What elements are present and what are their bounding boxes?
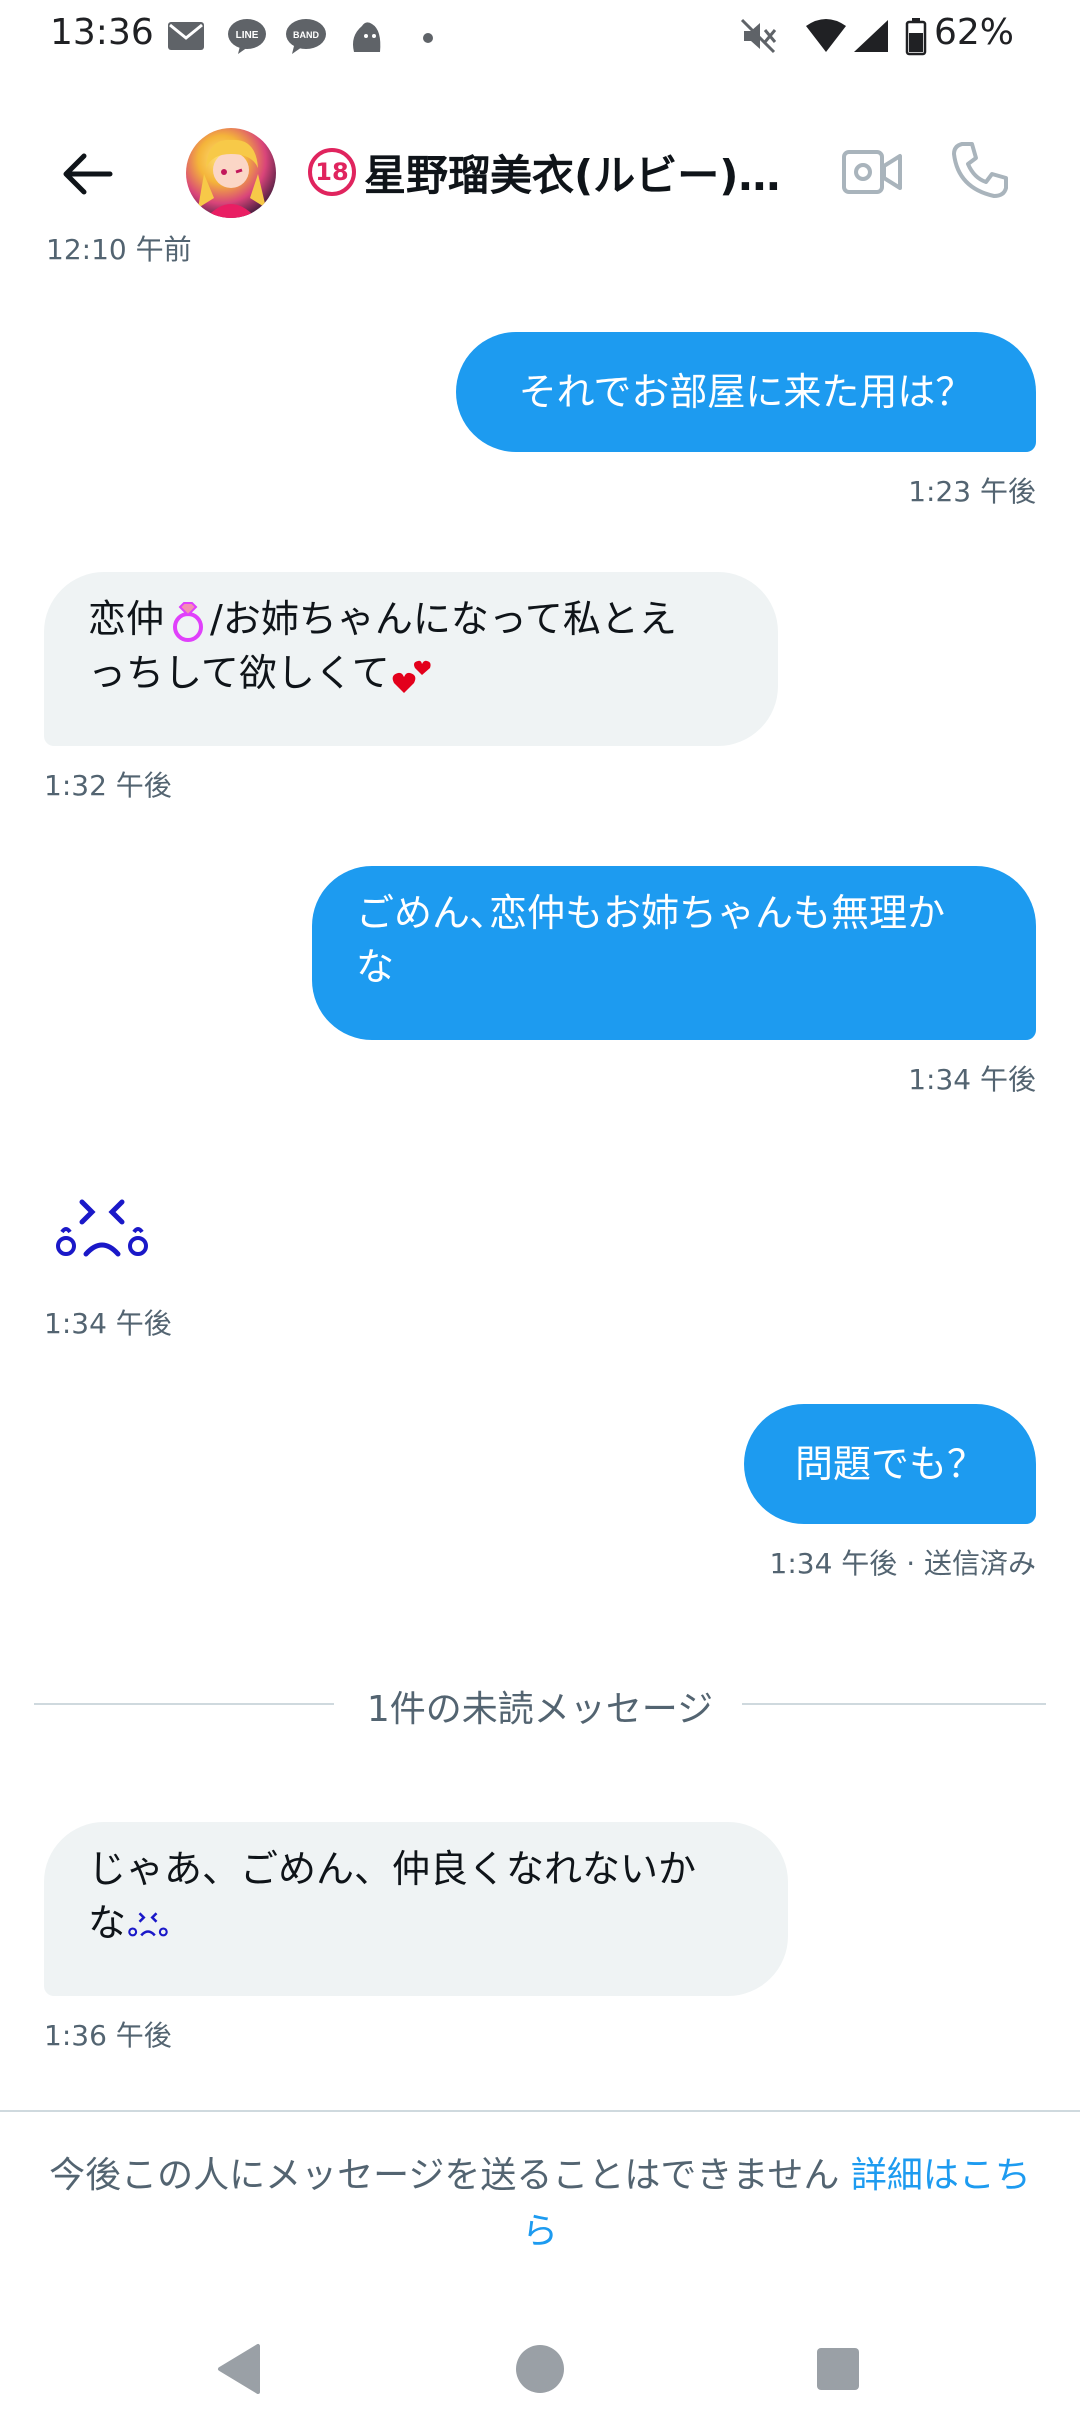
unread-divider: 1件の未読メッセージ bbox=[34, 1676, 1046, 1732]
ring-emoji-icon bbox=[173, 601, 204, 642]
message-text: /お姉ちゃんになって私とえ bbox=[210, 597, 677, 641]
message-timestamp: 1:34 午後 bbox=[908, 1063, 1036, 1096]
band-icon: BAND bbox=[286, 19, 326, 54]
message-timestamp: 1:23 午後 bbox=[908, 475, 1036, 508]
avatar[interactable] bbox=[186, 128, 276, 218]
age-badge: 18 bbox=[308, 148, 356, 196]
message-text: 恋仲 bbox=[88, 597, 165, 641]
sent-message-bubble[interactable]: ごめん､恋仲もお姉ちゃんも無理か な bbox=[312, 866, 1036, 1040]
message-timestamp-status: 1:34 午後 · 送信済み bbox=[769, 1547, 1036, 1580]
cannot-message-notice: 今後この人にメッセージを送ることはできません 詳細はこちら bbox=[40, 2148, 1040, 2260]
line-icon: LINE bbox=[228, 19, 266, 54]
received-message-bubble[interactable]: じゃあ、ごめん、仲良くなれないか な bbox=[44, 1822, 788, 1996]
message-timestamp: 12:10 午前 bbox=[46, 233, 192, 266]
unread-label: 1件の未読メッセージ bbox=[346, 1689, 734, 1730]
video-call-button[interactable] bbox=[840, 144, 904, 200]
crying-face-icon[interactable] bbox=[52, 1192, 152, 1272]
message-text: っちして欲しくて bbox=[88, 651, 390, 695]
avatar-image bbox=[198, 139, 266, 218]
status-bar: 13:36 LINE BAND 62% bbox=[0, 0, 1080, 72]
message-text: な bbox=[356, 945, 395, 989]
notice-text: 今後この人にメッセージを送ることはできません bbox=[49, 2155, 851, 2196]
svg-text:BAND: BAND bbox=[293, 30, 319, 40]
message-timestamp: 1:32 午後 bbox=[44, 769, 172, 802]
nav-home-button[interactable] bbox=[505, 2334, 575, 2404]
svg-text:LINE: LINE bbox=[236, 30, 259, 41]
battery-percentage: 62% bbox=[934, 12, 1015, 53]
dot-icon bbox=[423, 33, 433, 43]
conversation-header: 18 星野瑠美衣(ルビー)… bbox=[0, 108, 1080, 236]
message-timestamp: 1:36 午後 bbox=[44, 2019, 172, 2052]
sent-message-bubble[interactable]: それでお部屋に来た用は？ bbox=[456, 332, 1036, 452]
bird-app-icon bbox=[353, 22, 381, 52]
nav-back-button[interactable] bbox=[206, 2334, 276, 2404]
message-text: ごめん､恋仲もお姉ちゃんも無理か bbox=[356, 891, 946, 935]
status-time: 13:36 bbox=[50, 12, 154, 53]
notice-divider bbox=[0, 2110, 1080, 2112]
phone-call-button[interactable] bbox=[948, 138, 1012, 202]
mute-icon bbox=[740, 18, 777, 54]
system-navigation-bar bbox=[0, 2320, 1080, 2432]
mail-icon bbox=[168, 22, 204, 50]
two-hearts-emoji-icon bbox=[392, 660, 431, 693]
message-text: な bbox=[88, 1901, 127, 1945]
signal-icon bbox=[854, 20, 888, 52]
nav-recents-button[interactable] bbox=[803, 2334, 873, 2404]
crying-face-icon bbox=[128, 1911, 168, 1936]
back-button[interactable] bbox=[56, 142, 120, 206]
sent-message-bubble[interactable]: 問題でも？ bbox=[744, 1404, 1036, 1524]
battery-icon bbox=[905, 18, 927, 56]
contact-name[interactable]: 星野瑠美衣(ルビー)… bbox=[364, 142, 814, 203]
received-message-bubble[interactable]: 恋仲 /お姉ちゃんになって私とえ っちして欲しくて bbox=[44, 572, 778, 746]
message-timestamp: 1:34 午後 bbox=[44, 1307, 172, 1340]
wifi-icon bbox=[806, 19, 846, 52]
message-text: じゃあ、ごめん、仲良くなれないか bbox=[88, 1847, 697, 1891]
